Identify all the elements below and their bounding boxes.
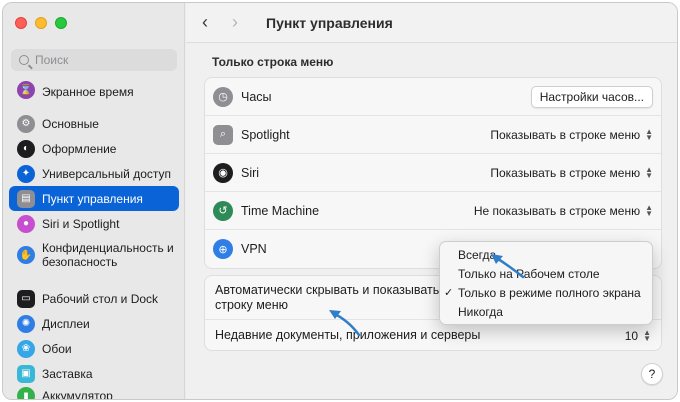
up-down-chevron-icon: ▲ ▼ (645, 164, 653, 180)
select-value: Не показывать в строке меню (473, 203, 641, 218)
sidebar-item-accessibility[interactable]: ✦ Универсальный доступ (9, 161, 179, 186)
siri-icon: ● (17, 214, 35, 233)
menu-option-never[interactable]: Никогда (440, 303, 652, 322)
select-value: Показывать в строке меню (490, 165, 641, 180)
row-label: Siri (241, 165, 260, 180)
display-icon: ✺ (17, 314, 35, 333)
sidebar-item-label: Обои (42, 341, 72, 356)
screensaver-icon: ▣ (17, 364, 35, 383)
autohide-popup-menu: Всегда Только на Рабочем столе ✓ Только в… (439, 241, 653, 325)
page-title: Пункт управления (266, 14, 393, 31)
menu-option-always[interactable]: Всегда (440, 246, 652, 265)
row-label: Автоматически скрывать и показывать стро… (215, 282, 440, 312)
sidebar-item-label: Конфиденциальность и безопасность (42, 241, 174, 269)
option-label: Только в режиме полного экрана (458, 286, 641, 300)
battery-icon: ▮ (17, 387, 35, 399)
up-down-chevron-icon: ▲ ▼ (645, 202, 653, 218)
recent-items-select[interactable]: 10 ▲ ▼ (624, 327, 651, 343)
hand-icon: ✋ (17, 246, 35, 264)
search-icon: ⌕ (213, 124, 233, 145)
clock-settings-button[interactable]: Настройки часов... (530, 85, 653, 108)
sidebar-item-control-center[interactable]: ▤ Пункт управления (9, 186, 179, 211)
window-controls (15, 17, 67, 29)
back-chevron-icon[interactable]: ‹ (202, 12, 214, 33)
row-label: Часы (241, 89, 272, 104)
system-settings-window: Поиск ⌛ Экранное время ⚙ Основные ◐ Офор… (2, 2, 678, 400)
search-icon (19, 55, 29, 65)
row-label: Недавние документы, приложения и серверы (215, 328, 481, 342)
option-label: Всегда (458, 248, 497, 262)
accessibility-icon: ✦ (17, 164, 35, 183)
hourglass-icon: ⌛ (17, 81, 35, 99)
minimize-button[interactable] (35, 17, 47, 29)
option-label: Только на Рабочем столе (458, 267, 600, 281)
sidebar-item-label: Экранное время (42, 85, 134, 99)
gear-icon: ⚙ (17, 114, 35, 133)
sidebar-item-label: Siri и Spotlight (42, 216, 120, 231)
zoom-button[interactable] (55, 17, 67, 29)
sidebar-item-screensaver[interactable]: ▣ Заставка (9, 361, 179, 386)
select-value: 10 (624, 328, 639, 343)
menu-option-fullscreen-only[interactable]: ✓ Только в режиме полного экрана (440, 284, 652, 303)
sidebar-item-appearance[interactable]: ◐ Оформление (9, 136, 179, 161)
sidebar-item-label: Пункт управления (42, 191, 143, 206)
wallpaper-icon: ❀ (17, 339, 35, 358)
sidebar-item-label: Оформление (42, 141, 117, 156)
sidebar-item-screen-time[interactable]: ⌛ Экранное время (9, 81, 179, 99)
sidebar-item-general[interactable]: ⚙ Основные (9, 111, 179, 136)
vpn-icon: ⊕ (213, 239, 233, 259)
sidebar-item-label: Универсальный доступ (42, 166, 172, 181)
siri-select[interactable]: Показывать в строке меню ▲ ▼ (490, 164, 653, 180)
up-down-chevron-icon: ▲ ▼ (643, 327, 651, 343)
sidebar-item-wallpaper[interactable]: ❀ Обои (9, 336, 179, 361)
sidebar-item-desktop-dock[interactable]: ▭ Рабочий стол и Dock (9, 286, 179, 311)
spotlight-select[interactable]: Показывать в строке меню ▲ ▼ (490, 126, 653, 142)
row-siri: ◉ Siri Показывать в строке меню ▲ ▼ (205, 154, 661, 192)
sidebar-item-label: Основные (42, 116, 99, 131)
sidebar-item-displays[interactable]: ✺ Дисплеи (9, 311, 179, 336)
search-input[interactable]: Поиск (11, 49, 177, 71)
appearance-icon: ◐ (17, 139, 35, 158)
clock-icon: ◷ (213, 86, 233, 107)
sidebar-item-privacy[interactable]: ✋ Конфиденциальность и безопасность (9, 236, 179, 274)
menu-option-desktop-only[interactable]: Только на Рабочем столе (440, 265, 652, 284)
up-down-chevron-icon: ▲ ▼ (645, 126, 653, 142)
siri-icon: ◉ (213, 162, 233, 183)
dock-icon: ▭ (17, 289, 35, 308)
sidebar-item-label: Рабочий стол и Dock (42, 291, 159, 306)
control-center-icon: ▤ (17, 189, 35, 208)
time-machine-select[interactable]: Не показывать в строке меню ▲ ▼ (473, 202, 653, 218)
row-time-machine: ↺ Time Machine Не показывать в строке ме… (205, 192, 661, 230)
toolbar: ‹ › Пункт управления (186, 3, 677, 43)
select-value: Показывать в строке меню (490, 127, 641, 142)
row-label: Spotlight (241, 127, 290, 142)
sidebar-item-label: Заставка (42, 366, 93, 381)
sidebar-item-label: Аккумулятор (42, 389, 113, 400)
row-spotlight: ⌕ Spotlight Показывать в строке меню ▲ ▼ (205, 116, 661, 154)
forward-chevron-icon[interactable]: › (232, 12, 244, 33)
time-machine-icon: ↺ (213, 200, 233, 221)
main-pane: ‹ › Пункт управления Только строка меню … (186, 3, 677, 399)
search-placeholder: Поиск (35, 53, 69, 67)
sidebar-list: ⌛ Экранное время ⚙ Основные ◐ Оформление… (9, 81, 179, 400)
sidebar-item-battery[interactable]: ▮ Аккумулятор (9, 386, 179, 400)
sidebar-item-label: Дисплеи (42, 316, 90, 331)
sidebar: Поиск ⌛ Экранное время ⚙ Основные ◐ Офор… (3, 3, 185, 399)
row-clock: ◷ Часы Настройки часов... (205, 78, 661, 116)
row-label: Time Machine (241, 203, 320, 218)
section-heading: Только строка меню (212, 55, 334, 69)
help-button[interactable]: ? (641, 363, 663, 385)
option-label: Никогда (458, 305, 503, 319)
sidebar-item-siri-spotlight[interactable]: ● Siri и Spotlight (9, 211, 179, 236)
checkmark-icon: ✓ (444, 287, 454, 299)
close-button[interactable] (15, 17, 27, 29)
